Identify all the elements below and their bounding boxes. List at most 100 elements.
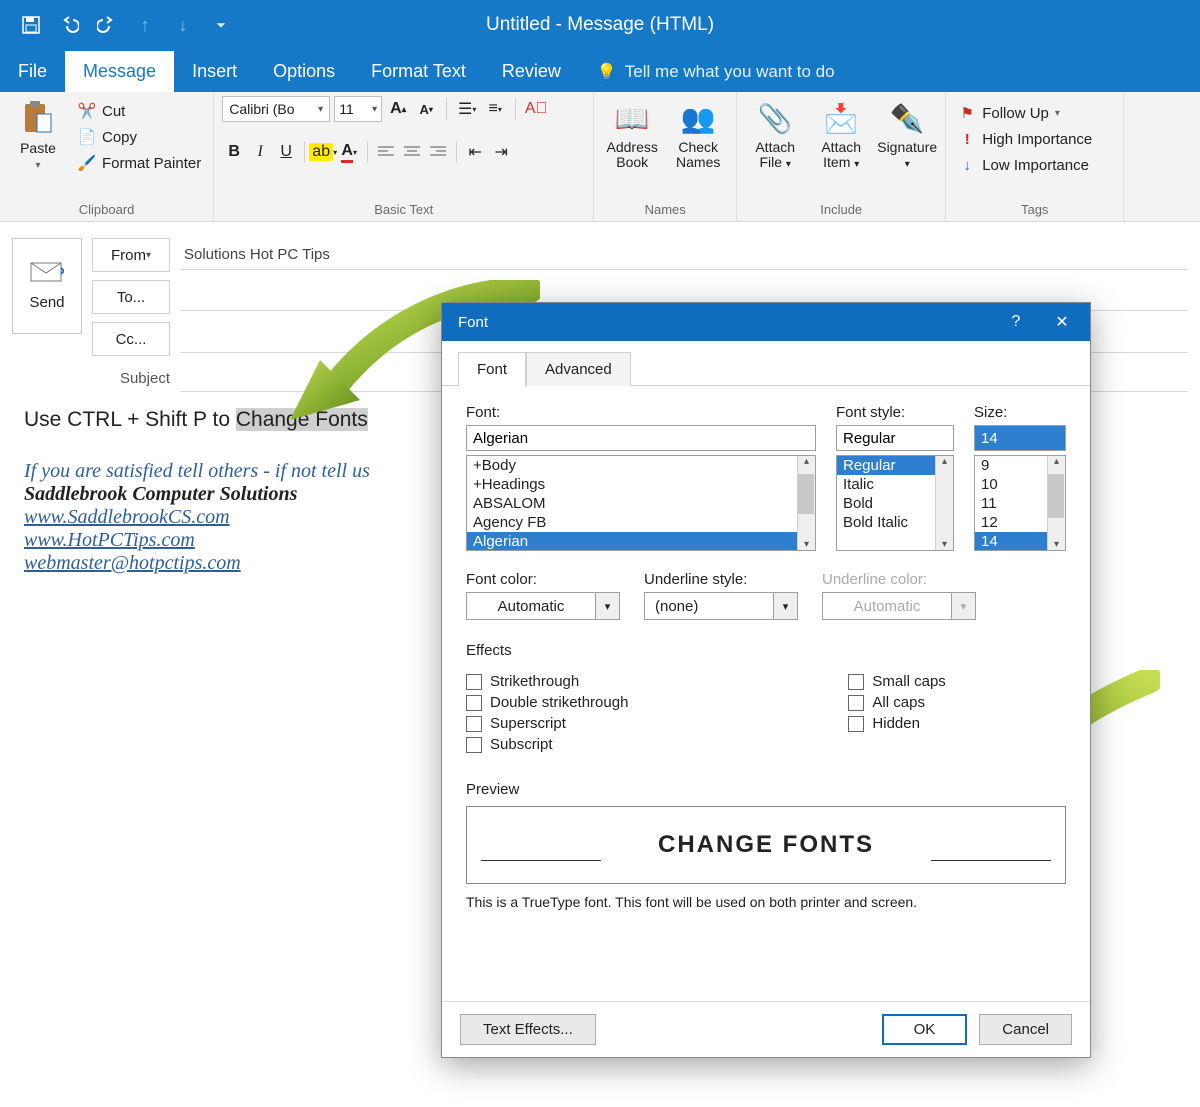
- copy-button[interactable]: 📄Copy: [74, 126, 205, 148]
- dialog-title: Font: [458, 314, 488, 331]
- font-name-combo[interactable]: Calibri (Bo▾: [222, 96, 330, 122]
- tab-message[interactable]: Message: [65, 51, 174, 92]
- bullets-button[interactable]: ☰▾: [455, 97, 479, 121]
- italic-button[interactable]: I: [248, 140, 272, 164]
- redo-icon[interactable]: [96, 14, 118, 36]
- checkbox-all-caps[interactable]: All caps: [848, 694, 945, 711]
- grow-font-button[interactable]: A▴: [386, 97, 410, 121]
- cancel-button[interactable]: Cancel: [979, 1014, 1072, 1045]
- address-book-icon: 📖: [614, 100, 650, 136]
- attach-item-button[interactable]: 📩 Attach Item ▾: [811, 96, 871, 171]
- text-effects-button[interactable]: Text Effects...: [460, 1014, 596, 1045]
- tab-options[interactable]: Options: [255, 51, 353, 92]
- help-button[interactable]: ?: [994, 305, 1038, 339]
- close-button[interactable]: ✕: [1040, 305, 1084, 339]
- up-icon[interactable]: ↑: [134, 14, 156, 36]
- address-book-button[interactable]: 📖 Address Book: [602, 96, 662, 171]
- font-style-list[interactable]: Regular Italic Bold Bold Italic ▴▾: [836, 455, 954, 551]
- checkbox-superscript[interactable]: Superscript: [466, 715, 628, 732]
- bold-button[interactable]: B: [222, 140, 246, 164]
- from-field[interactable]: Solutions Hot PC Tips: [180, 240, 1188, 270]
- decrease-indent-button[interactable]: ⇤: [463, 140, 487, 164]
- align-right-button[interactable]: [426, 140, 450, 164]
- signature-button[interactable]: ✒️ Signature▾: [877, 96, 937, 171]
- tell-me-label: Tell me what you want to do: [625, 62, 835, 82]
- follow-up-button[interactable]: ⚑Follow Up▾: [954, 102, 1096, 124]
- checkbox-subscript[interactable]: Subscript: [466, 736, 628, 753]
- dialog-tab-font[interactable]: Font: [458, 352, 526, 386]
- cut-label: Cut: [102, 103, 125, 120]
- signature-icon: ✒️: [889, 100, 925, 136]
- to-button[interactable]: To...: [92, 280, 170, 314]
- tab-format-text[interactable]: Format Text: [353, 51, 484, 92]
- scroll-down-icon[interactable]: ▾: [942, 539, 947, 550]
- tell-me-search[interactable]: 💡 Tell me what you want to do: [579, 52, 853, 92]
- send-button[interactable]: Send: [12, 238, 82, 334]
- checkbox-double-strikethrough[interactable]: Double strikethrough: [466, 694, 628, 711]
- tab-review[interactable]: Review: [484, 51, 579, 92]
- shrink-font-button[interactable]: A▾: [414, 97, 438, 121]
- scroll-up-icon[interactable]: ▴: [804, 456, 809, 467]
- increase-indent-button[interactable]: ⇥: [489, 140, 513, 164]
- font-label: Font:: [466, 404, 816, 421]
- scroll-up-icon[interactable]: ▴: [1054, 456, 1059, 467]
- preview-box: CHANGE FONTS: [466, 806, 1066, 884]
- scroll-thumb[interactable]: [798, 474, 814, 514]
- font-list[interactable]: +Body +Headings ABSALOM Agency FB Algeri…: [466, 455, 816, 551]
- font-style-input[interactable]: [836, 425, 954, 451]
- underline-style-combo[interactable]: (none)▾: [644, 592, 798, 620]
- font-color-combo[interactable]: Automatic▾: [466, 592, 620, 620]
- dialog-tab-advanced[interactable]: Advanced: [526, 352, 631, 386]
- list-item[interactable]: +Headings: [467, 475, 815, 494]
- low-importance-button[interactable]: ↓Low Importance: [954, 154, 1096, 176]
- address-book-label: Address Book: [602, 140, 662, 171]
- numbering-button[interactable]: ≡▾: [483, 97, 507, 121]
- checkbox-label: Superscript: [490, 715, 566, 732]
- list-item[interactable]: +Body: [467, 456, 815, 475]
- scroll-down-icon[interactable]: ▾: [804, 539, 809, 550]
- high-importance-button[interactable]: !High Importance: [954, 128, 1096, 150]
- qat-more-icon[interactable]: ⏷: [210, 14, 232, 36]
- checkbox-small-caps[interactable]: Small caps: [848, 673, 945, 690]
- from-button[interactable]: From ▾: [92, 238, 170, 272]
- tab-file[interactable]: File: [0, 51, 65, 92]
- size-list[interactable]: 9 10 11 12 14 ▴▾: [974, 455, 1066, 551]
- scroll-thumb[interactable]: [1048, 474, 1064, 518]
- list-item[interactable]: Agency FB: [467, 513, 815, 532]
- paste-button[interactable]: Paste ▾: [8, 96, 68, 171]
- undo-icon[interactable]: [58, 14, 80, 36]
- checkbox-hidden[interactable]: Hidden: [848, 715, 945, 732]
- check-names-button[interactable]: 👥 Check Names: [668, 96, 728, 171]
- font-size-value: 11: [339, 101, 354, 117]
- checkbox-label: Strikethrough: [490, 673, 579, 690]
- font-input[interactable]: [466, 425, 816, 451]
- from-label: From: [111, 247, 146, 264]
- checkbox-box: [466, 737, 482, 753]
- font-size-combo[interactable]: 11▾: [334, 96, 382, 122]
- underline-button[interactable]: U: [274, 140, 298, 164]
- checkbox-strikethrough[interactable]: Strikethrough: [466, 673, 628, 690]
- ok-button[interactable]: OK: [882, 1014, 968, 1045]
- dialog-titlebar[interactable]: Font ? ✕: [442, 303, 1090, 341]
- list-item[interactable]: Algerian: [467, 532, 815, 551]
- scroll-up-icon[interactable]: ▴: [942, 456, 947, 467]
- cc-button[interactable]: Cc...: [92, 322, 170, 356]
- clear-format-button[interactable]: A⃠: [524, 97, 548, 121]
- scroll-down-icon[interactable]: ▾: [1054, 539, 1059, 550]
- save-icon[interactable]: [20, 14, 42, 36]
- attach-file-button[interactable]: 📎 Attach File ▾: [745, 96, 805, 171]
- format-painter-button[interactable]: 🖌️Format Painter: [74, 152, 205, 174]
- size-input[interactable]: [974, 425, 1066, 451]
- list-item[interactable]: ABSALOM: [467, 494, 815, 513]
- window-titlebar: ↑ ↓ ⏷ Untitled - Message (HTML): [0, 0, 1200, 50]
- cut-button[interactable]: ✂️Cut: [74, 100, 205, 122]
- scrollbar[interactable]: ▴▾: [935, 456, 953, 550]
- close-icon: ✕: [1055, 312, 1068, 332]
- highlight-button[interactable]: ab▾: [311, 140, 335, 164]
- font-color-button[interactable]: A▾: [337, 140, 361, 164]
- align-left-button[interactable]: [374, 140, 398, 164]
- down-icon[interactable]: ↓: [172, 14, 194, 36]
- tab-insert[interactable]: Insert: [174, 51, 255, 92]
- align-center-button[interactable]: [400, 140, 424, 164]
- size-label: Size:: [974, 404, 1066, 421]
